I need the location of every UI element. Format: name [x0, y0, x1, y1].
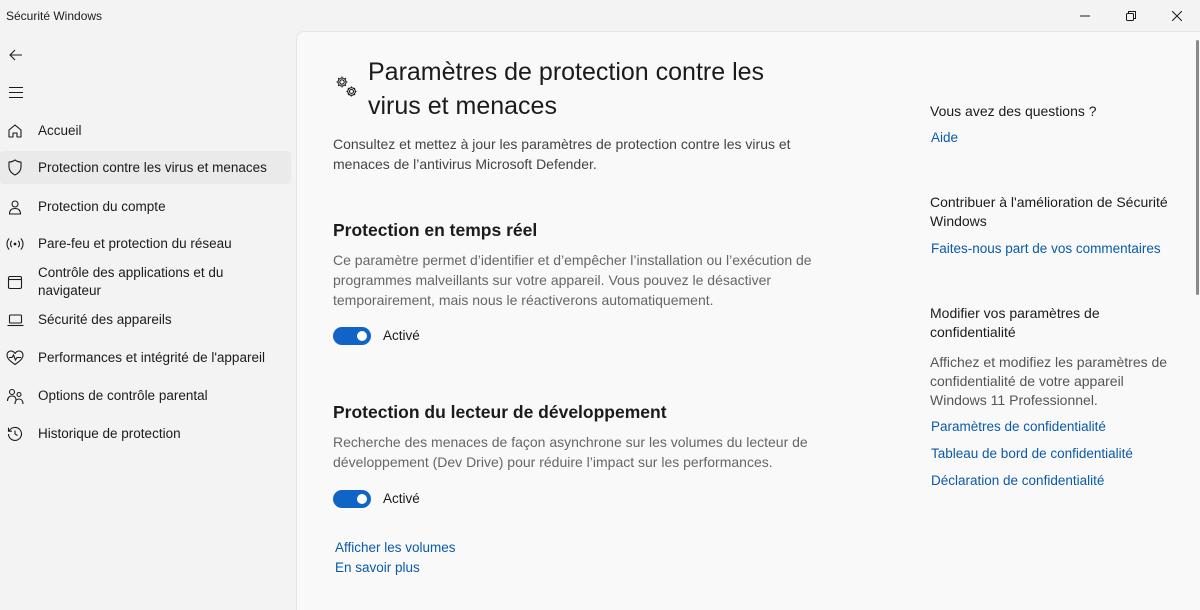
privacy-settings-link[interactable]: Paramètres de confidentialité	[931, 419, 1106, 434]
minimize-icon	[1080, 15, 1090, 17]
dev-drive-protection-description: Recherche des menaces de façon asynchron…	[333, 434, 808, 470]
sidebar-item-label: Sécurité des appareils	[38, 312, 172, 327]
sidebar-item-app-browser-control[interactable]: Contrôle des applications et du navigate…	[0, 262, 291, 302]
dev-drive-protection-heading: Protection du lecteur de développement	[333, 402, 667, 422]
sidebar-item-home[interactable]: Accueil	[0, 117, 291, 145]
back-button[interactable]	[5, 44, 27, 66]
vertical-scrollbar[interactable]	[1196, 40, 1199, 295]
minimize-button[interactable]	[1062, 0, 1108, 32]
contribute-heading: Contribuer à l'amélioration de Sécurité …	[930, 194, 1168, 229]
person-icon	[5, 197, 25, 217]
window-controls	[1062, 0, 1200, 32]
privacy-description: Affichez et modifiez les paramètres de c…	[930, 354, 1168, 408]
dev-drive-protection-toggle[interactable]	[333, 490, 371, 508]
dev-drive-protection-toggle-label: Activé	[383, 491, 420, 506]
page-description: Consultez et mettez à jour les paramètre…	[333, 136, 791, 172]
window-title: Sécurité Windows	[6, 9, 103, 23]
gears-icon	[336, 76, 357, 97]
feedback-link[interactable]: Faites-nous part de vos commentaires	[931, 241, 1161, 256]
sidebar-item-label: Pare-feu et protection du réseau	[38, 236, 232, 251]
sidebar-item-virus-protection[interactable]: Protection contre les virus et menaces	[0, 151, 291, 184]
privacy-dashboard-link[interactable]: Tableau de bord de confidentialité	[931, 446, 1133, 461]
laptop-icon	[5, 310, 25, 330]
heart-pulse-icon	[5, 348, 25, 368]
page-title: Paramètres de protection contre les viru…	[368, 58, 765, 120]
realtime-protection-toggle[interactable]	[333, 327, 371, 345]
view-volumes-link[interactable]: Afficher les volumes	[335, 540, 456, 555]
toggle-knob	[357, 331, 367, 341]
menu-button[interactable]	[5, 81, 27, 103]
close-button[interactable]	[1154, 0, 1200, 32]
sidebar-item-label: Historique de protection	[38, 426, 181, 441]
questions-heading: Vous avez des questions ?	[930, 103, 1097, 119]
sidebar-item-label: Accueil	[38, 123, 82, 138]
sidebar-item-device-performance[interactable]: Performances et intégrité de l'appareil	[0, 344, 291, 372]
sidebar-item-label: Options de contrôle parental	[38, 388, 208, 403]
close-icon	[1172, 11, 1182, 21]
sidebar-item-device-security[interactable]: Sécurité des appareils	[0, 306, 291, 334]
wifi-signal-icon	[5, 234, 25, 254]
history-icon	[5, 424, 25, 444]
restore-button[interactable]	[1108, 0, 1154, 32]
realtime-protection-toggle-label: Activé	[383, 328, 420, 343]
privacy-statement-link[interactable]: Déclaration de confidentialité	[931, 473, 1104, 488]
sidebar-item-family-options[interactable]: Options de contrôle parental	[0, 382, 291, 410]
help-link[interactable]: Aide	[931, 130, 958, 145]
restore-icon	[1126, 11, 1136, 21]
learn-more-link[interactable]: En savoir plus	[335, 560, 420, 575]
family-icon	[5, 386, 25, 406]
sidebar-item-account[interactable]: Protection du compte	[0, 193, 291, 221]
sidebar-item-label: Protection du compte	[38, 199, 166, 214]
hamburger-menu-icon	[9, 86, 23, 98]
privacy-heading: Modifier vos paramètres de confidentiali…	[930, 305, 1100, 340]
sidebar-item-protection-history[interactable]: Historique de protection	[0, 420, 291, 448]
realtime-protection-description: Ce paramètre permet d’identifier et d’em…	[333, 252, 812, 308]
sidebar-item-firewall[interactable]: Pare-feu et protection du réseau	[0, 230, 291, 258]
app-window-icon	[5, 272, 25, 292]
title-bar: Sécurité Windows	[0, 0, 1200, 32]
realtime-protection-heading: Protection en temps réel	[333, 220, 538, 240]
sidebar-item-label: Protection contre les virus et menaces	[38, 160, 267, 175]
sidebar-item-label: Performances et intégrité de l'appareil	[38, 350, 265, 365]
home-icon	[5, 121, 25, 141]
back-arrow-icon	[9, 49, 22, 61]
sidebar-item-label: Contrôle des applications et du navigate…	[38, 265, 224, 298]
toggle-knob	[357, 494, 367, 504]
shield-icon	[5, 157, 25, 177]
